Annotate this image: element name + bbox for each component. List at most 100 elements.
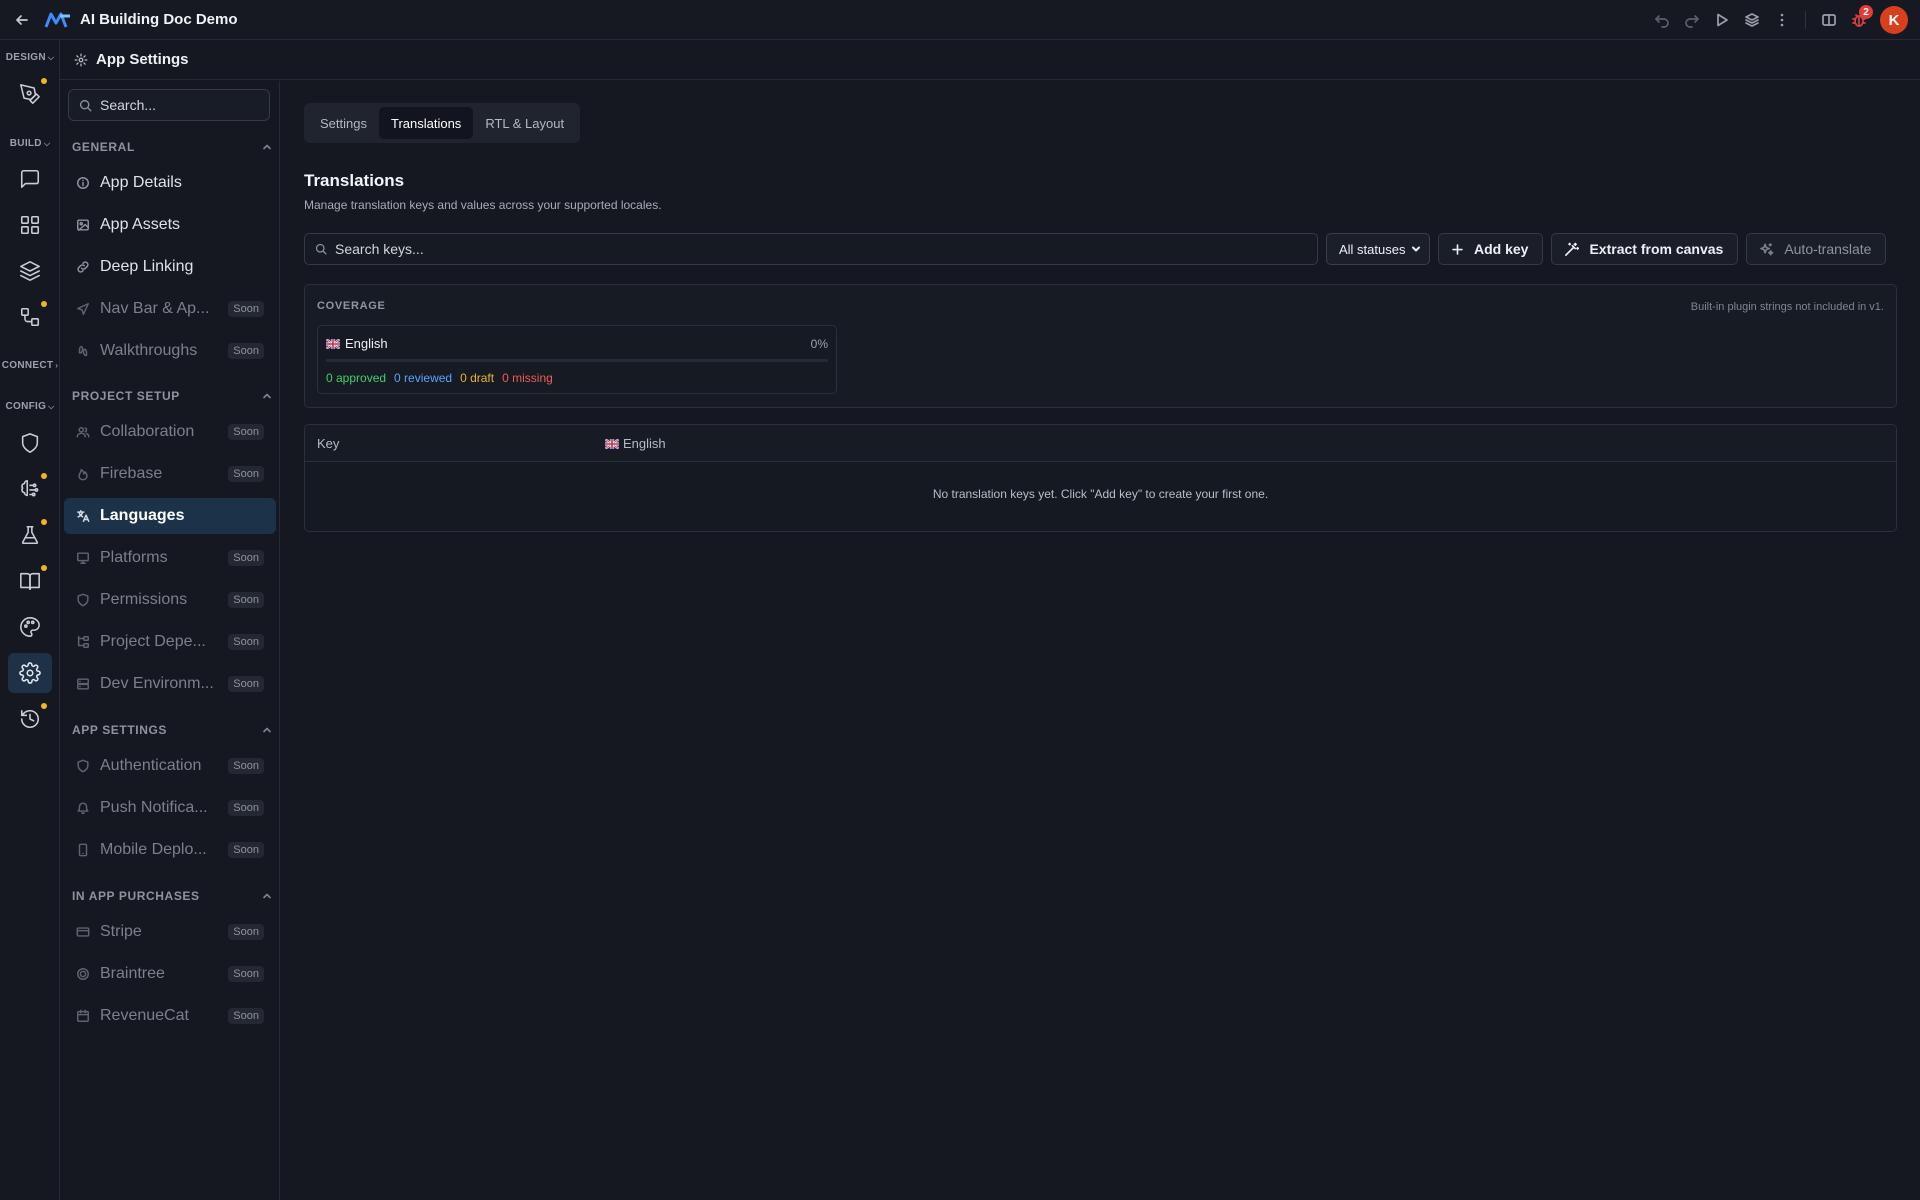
sidebar-item-push-notifications[interactable]: Push Notifica... Soon [64, 790, 276, 826]
rail-theme[interactable] [8, 607, 52, 647]
soon-badge: Soon [228, 634, 264, 650]
column-header-english[interactable]: English [605, 436, 666, 451]
sidebar-item-nav-bar[interactable]: Nav Bar & Ap... Soon [64, 291, 276, 327]
image-icon [77, 219, 89, 231]
rail-security[interactable] [8, 423, 52, 463]
section-in-app-purchases[interactable]: IN APP PURCHASES [72, 886, 272, 906]
key-search-input[interactable] [335, 241, 1295, 257]
redo-icon[interactable] [1677, 5, 1707, 35]
navigation-icon [77, 303, 89, 315]
bug-notifications-button[interactable]: 2 [1844, 5, 1874, 35]
play-icon[interactable] [1707, 5, 1737, 35]
sidebar-item-stripe[interactable]: Stripe Soon [64, 914, 276, 950]
rail-section-label: DESIGN [5, 52, 46, 63]
tab-settings[interactable]: Settings [308, 107, 379, 139]
sidebar-item-label: RevenueCat [100, 1007, 189, 1024]
tab-rtl-layout[interactable]: RTL & Layout [473, 107, 576, 139]
sidebar-item-firebase[interactable]: Firebase Soon [64, 456, 276, 492]
sidebar-item-walkthroughs[interactable]: Walkthroughs Soon [64, 333, 276, 369]
section-label: PROJECT SETUP [72, 389, 180, 403]
rail-section-label: CONNECT [1, 360, 54, 371]
chevron-up-icon [263, 727, 271, 733]
column-header-key[interactable]: Key [317, 436, 339, 451]
sidebar-item-app-details[interactable]: App Details [64, 165, 276, 201]
sidebar-item-platforms[interactable]: Platforms Soon [64, 540, 276, 576]
sidebar-item-deep-linking[interactable]: Deep Linking [64, 249, 276, 285]
status-dot [41, 473, 47, 479]
avatar[interactable]: K [1880, 6, 1908, 34]
reviewed-count: 0 reviewed [394, 371, 453, 385]
key-search [304, 233, 1318, 265]
undo-icon[interactable] [1647, 5, 1677, 35]
sidebar-item-collaboration[interactable]: Collaboration Soon [64, 414, 276, 450]
sidebar-item-revenuecat[interactable]: RevenueCat Soon [64, 998, 276, 1034]
sidebar-item-dev-environments[interactable]: Dev Environm... Soon [64, 666, 276, 702]
server-icon [77, 678, 89, 690]
rail-layers[interactable] [8, 251, 52, 291]
section-project-setup[interactable]: PROJECT SETUP [72, 386, 272, 406]
shield-icon [21, 433, 39, 453]
bell-icon [77, 802, 89, 815]
palette-icon [20, 617, 40, 637]
coverage-language: English [326, 336, 388, 351]
rail-section-config[interactable]: CONFIG ⌵ [0, 401, 60, 412]
soon-badge: Soon [228, 758, 264, 774]
rail-testing[interactable] [8, 515, 52, 555]
sidebar-item-label: Collaboration [100, 423, 195, 440]
tab-translations[interactable]: Translations [378, 107, 474, 139]
soon-badge: Soon [228, 466, 264, 482]
sidebar-item-mobile-deploy[interactable]: Mobile Deplo... Soon [64, 832, 276, 868]
sidebar-item-label: App Details [100, 174, 182, 191]
sidebar-item-braintree[interactable]: Braintree Soon [64, 956, 276, 992]
history-icon [20, 709, 39, 728]
sidebar-item-label: Authentication [100, 757, 202, 774]
sidebar-item-app-assets[interactable]: App Assets [64, 207, 276, 243]
rail-design-pen[interactable] [8, 74, 52, 114]
sidebar-item-authentication[interactable]: Authentication Soon [64, 748, 276, 784]
flask-icon [21, 525, 39, 545]
add-key-label: Add key [1474, 241, 1529, 257]
section-app-settings[interactable]: APP SETTINGS [72, 720, 272, 740]
rail-ai[interactable] [8, 469, 52, 509]
sidebar-item-label: Nav Bar & Ap... [100, 300, 210, 317]
layers-icon[interactable] [1737, 5, 1767, 35]
sidebar-item-label: Mobile Deplo... [100, 841, 207, 858]
rail-section-design[interactable]: DESIGN ⌵ [0, 52, 60, 63]
chevron-up-icon [263, 893, 271, 899]
sidebar-item-project-dependencies[interactable]: Project Depe... Soon [64, 624, 276, 660]
rail-chat[interactable] [8, 159, 52, 199]
panel-toggle-icon[interactable] [1814, 5, 1844, 35]
sidebar-item-label: Languages [100, 507, 185, 524]
soon-badge: Soon [228, 550, 264, 566]
rail-section-connect[interactable]: CONNECT › [0, 360, 60, 371]
soon-badge: Soon [228, 1008, 264, 1024]
top-bar: AI Building Doc Demo 2 K [0, 0, 1920, 40]
add-key-button[interactable]: Add key [1438, 233, 1544, 265]
smartphone-icon [78, 843, 88, 857]
gear-icon [19, 662, 41, 684]
status-dot [41, 301, 47, 307]
monitor-icon [77, 552, 89, 564]
rail-settings[interactable] [8, 653, 52, 693]
auto-translate-button[interactable]: Auto-translate [1746, 233, 1887, 265]
section-general[interactable]: GENERAL [72, 137, 272, 157]
shield-icon [77, 593, 89, 607]
rail-docs[interactable] [8, 561, 52, 601]
rail-history[interactable] [8, 699, 52, 739]
coverage-language-name: English [345, 336, 388, 351]
rail-section-build[interactable]: BUILD ⌵ [0, 138, 60, 149]
section-label: IN APP PURCHASES [72, 889, 200, 903]
extract-from-canvas-button[interactable]: Extract from canvas [1551, 233, 1739, 265]
status-filter-select[interactable]: All statuses [1326, 233, 1430, 265]
rail-section-label: BUILD [9, 138, 42, 149]
rail-components[interactable] [8, 205, 52, 245]
sidebar-item-languages[interactable]: Languages [64, 498, 276, 534]
more-vertical-icon[interactable] [1767, 5, 1797, 35]
section-label: GENERAL [72, 140, 135, 154]
coverage-stats: 0 approved 0 reviewed 0 draft 0 missing [326, 371, 553, 385]
chevron-right-icon: › [55, 361, 59, 370]
sidebar-item-permissions[interactable]: Permissions Soon [64, 582, 276, 618]
rail-workflow[interactable] [8, 297, 52, 337]
sidebar-search-input[interactable] [100, 97, 260, 113]
back-arrow-icon[interactable] [10, 8, 34, 32]
